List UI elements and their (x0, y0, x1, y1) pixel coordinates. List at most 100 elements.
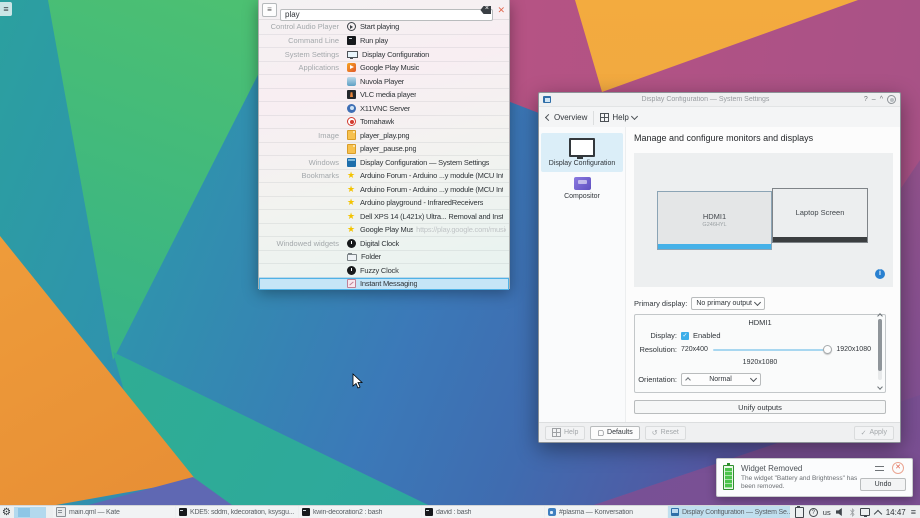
taskbar-task[interactable]: kwin-decoration2 : bash (299, 506, 421, 518)
apply-button[interactable]: ✓ Apply (854, 426, 894, 440)
clock[interactable]: 14:47 (886, 508, 906, 517)
configure-icon[interactable] (875, 465, 884, 472)
krunner-result-row[interactable]: Command Line Run play (259, 34, 509, 48)
taskbar-task[interactable]: KDE5: sddm, kdecoration, ksysgu... (176, 506, 298, 518)
krunner-result-row[interactable]: Windowed widgets Digital Clock (259, 236, 509, 250)
monitor-hdmi1[interactable]: HDMI1 G246HYL (657, 191, 772, 250)
monitor-laptop[interactable]: Laptop Screen (772, 188, 868, 243)
orientation-select[interactable]: Normal (681, 373, 761, 386)
krunner-result-row[interactable]: Google Play Music https://play.google.co… (259, 223, 509, 237)
result-label: Arduino playground - InfraredReceivers (360, 198, 483, 207)
result-label: X11VNC Server (360, 104, 410, 113)
monitor-model: G246HYL (658, 222, 771, 228)
slider-track[interactable] (713, 349, 831, 351)
result-label: Start playing (360, 22, 399, 31)
krunner-result-row[interactable]: Arduino Forum - Arduino ...y module (MCU… (259, 182, 509, 196)
krunner-result-row[interactable]: Windows Display Configuration — System S… (259, 155, 509, 169)
panel-menu-icon[interactable]: ≡ (911, 507, 916, 518)
volume-icon[interactable] (836, 508, 845, 517)
scrollbar-thumb[interactable] (878, 319, 882, 371)
undo-button[interactable]: Undo (860, 478, 906, 491)
taskbar-task[interactable]: david : bash (422, 506, 544, 518)
kate-icon (56, 507, 66, 517)
konversation-icon (548, 508, 556, 516)
help-button[interactable]: Help (600, 113, 636, 122)
minimize-button[interactable]: – (872, 95, 876, 105)
context-help-button[interactable]: ? (864, 95, 868, 105)
keyboard-layout-indicator[interactable]: us (823, 508, 831, 517)
primary-display-select[interactable]: No primary output (691, 297, 765, 310)
krunner-result-row[interactable]: Image player_play.png (259, 128, 509, 142)
orientation-label: Orientation: (635, 375, 677, 384)
expand-tray-icon[interactable] (873, 509, 881, 517)
orientation-value: Normal (709, 376, 732, 383)
monitor-icon (569, 138, 595, 157)
krunner-result-row[interactable]: Nuvola Player (259, 74, 509, 88)
chevron-down-icon (750, 375, 757, 382)
enabled-label: Enabled (693, 331, 721, 340)
sidebar-item-compositor[interactable]: Compositor (541, 172, 623, 205)
slider-handle[interactable] (823, 345, 832, 354)
help-footer-button[interactable]: Help (545, 426, 585, 440)
krunner-result-row[interactable]: Control Audio Player Start playing (259, 20, 509, 34)
maximize-button[interactable]: ^ (880, 95, 883, 105)
reset-button[interactable]: ↺ Reset (645, 426, 686, 440)
taskbar-task[interactable]: Display Configuration — System Se... (668, 506, 790, 518)
display-tray-icon[interactable] (860, 508, 870, 516)
close-icon[interactable]: ✕ (497, 4, 505, 16)
close-notification-icon[interactable]: ✕ (892, 462, 904, 474)
monitor-name: Laptop Screen (773, 208, 867, 217)
krunner-config-button[interactable]: ≡ (262, 3, 277, 17)
konsole-icon (425, 508, 433, 516)
reset-label: Reset (661, 429, 679, 436)
monitor-icon (347, 51, 358, 58)
krunner-result-row[interactable]: player_pause.png (259, 142, 509, 156)
krunner-result-row[interactable]: Dell XPS 14 (L421x) Ultra... Removal and… (259, 209, 509, 223)
krunner-result-row[interactable]: Bookmarks Arduino Forum - Arduino ...y m… (259, 169, 509, 183)
primary-display-row: Primary display: No primary output (634, 297, 765, 310)
scrollbar[interactable] (878, 319, 882, 380)
star-icon (347, 185, 356, 194)
krunner-result-row[interactable]: Fuzzy Clock (259, 263, 509, 277)
defaults-button[interactable]: ▢ Defaults (590, 426, 639, 440)
task-label: Display Configuration — System Se... (682, 509, 790, 516)
google-play-icon (347, 63, 356, 72)
close-window-button[interactable] (887, 95, 896, 104)
virtual-desktop-pager[interactable] (14, 507, 46, 518)
sidebar: Display Configuration Compositor (539, 127, 626, 422)
result-category-label: Bookmarks (259, 171, 347, 180)
krunner-result-row[interactable]: Tomahawk (259, 115, 509, 129)
krunner-result-row[interactable]: Folder (259, 250, 509, 264)
resolution-slider[interactable] (713, 345, 831, 354)
info-icon[interactable]: i (875, 269, 885, 279)
taskbar-task[interactable]: #plasma — Konversation (545, 506, 667, 518)
krunner-result-row[interactable]: Arduino playground - InfraredReceivers (259, 196, 509, 210)
clipboard-icon[interactable] (795, 507, 804, 518)
window-body: Display Configuration Compositor Manage … (539, 127, 900, 422)
status-circle-icon[interactable]: ? (809, 508, 818, 517)
krunner-search-bar: ≡ ✕ (259, 0, 509, 20)
help-icon (600, 113, 609, 122)
active-desktop-cell[interactable] (18, 508, 30, 517)
overview-button[interactable]: Overview (546, 113, 587, 122)
taskbar-task[interactable]: main.qml — Kate (53, 506, 175, 518)
search-input[interactable] (280, 9, 493, 21)
orientation-row: Orientation: Normal (635, 373, 871, 386)
result-label: Google Play Music (360, 63, 419, 72)
scroll-down-icon[interactable] (877, 384, 883, 390)
titlebar[interactable]: Display Configuration — System Settings … (539, 93, 900, 107)
desktop-toolbox-icon[interactable]: ≡ (0, 2, 12, 16)
app-launcher-icon[interactable]: ⚙ (2, 507, 11, 518)
krunner-result-row[interactable]: Applications Google Play Music (259, 61, 509, 75)
krunner-result-row[interactable]: Instant Messaging (259, 277, 509, 291)
star-icon (347, 212, 356, 221)
krunner-result-row[interactable]: X11VNC Server (259, 101, 509, 115)
bluetooth-icon[interactable] (850, 508, 855, 517)
krunner-result-row[interactable]: System Settings Display Configuration (259, 47, 509, 61)
unify-outputs-button[interactable]: Unify outputs (634, 400, 886, 414)
enabled-checkbox[interactable]: ✓ (681, 332, 689, 340)
krunner-result-row[interactable]: VLC media player (259, 88, 509, 102)
chevron-down-icon (631, 113, 638, 120)
monitor-layout-area: HDMI1 G246HYL Laptop Screen i (634, 153, 893, 287)
sidebar-item-display-configuration[interactable]: Display Configuration (541, 133, 623, 172)
